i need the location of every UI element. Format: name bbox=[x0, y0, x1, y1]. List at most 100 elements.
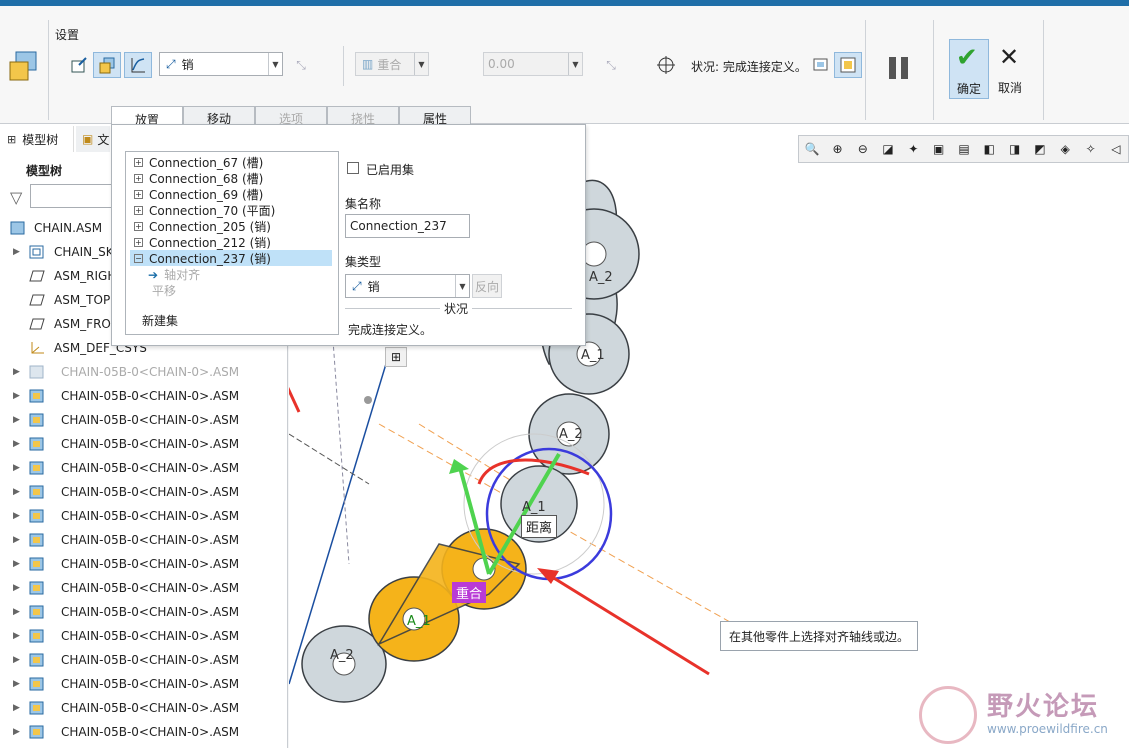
tree-item-label: CHAIN-05B-0<CHAIN-0>.ASM bbox=[61, 509, 240, 523]
datum-display-icon[interactable]: ◈ bbox=[1053, 138, 1077, 160]
zoom-in-icon[interactable]: ⊕ bbox=[825, 138, 849, 160]
expand-arrow-icon[interactable]: ▶ bbox=[13, 607, 20, 617]
connection-item[interactable]: + Connection_67 (槽) bbox=[134, 154, 263, 170]
more-views-icon[interactable]: ◁ bbox=[1104, 138, 1128, 160]
tree-item[interactable]: ▶ CHAIN-05B-0<CHAIN-0>.ASM bbox=[0, 576, 288, 600]
tree-item-label: CHAIN-05B-0<CHAIN-0>.ASM bbox=[61, 533, 240, 547]
cancel-button[interactable]: ✕ 取消 bbox=[991, 39, 1031, 99]
pause-button[interactable] bbox=[886, 54, 914, 84]
connection-type-value: 销 bbox=[181, 57, 194, 72]
sub-icon bbox=[29, 509, 45, 523]
flip-button[interactable]: 反向 bbox=[472, 274, 502, 298]
new-set-item[interactable]: 新建集 bbox=[142, 312, 178, 329]
flip-label: 反向 bbox=[474, 279, 499, 294]
ok-label: 确定 bbox=[956, 82, 981, 96]
add-button[interactable]: ⊞ bbox=[385, 347, 407, 367]
expand-arrow-icon[interactable]: ▶ bbox=[13, 559, 20, 569]
expand-icon[interactable]: + bbox=[134, 221, 143, 231]
tree-item[interactable]: ▶ CHAIN-05B-0<CHAIN-0>.ASM bbox=[0, 528, 288, 552]
separate-window-icon[interactable] bbox=[834, 52, 862, 78]
connection-item[interactable]: + Connection_212 (销) bbox=[134, 234, 271, 250]
expand-icon[interactable]: + bbox=[134, 173, 143, 183]
hint-text: 在其他零件上选择对齐轴线或边。 bbox=[729, 629, 910, 644]
axis-label: A_1 bbox=[581, 348, 605, 363]
tree-item[interactable]: ▶ CHAIN-05B-0<CHAIN-0>.ASM bbox=[0, 720, 288, 744]
refit-icon[interactable]: 🔍 bbox=[800, 138, 824, 160]
tree-item[interactable]: ▶ CHAIN-05B-0<CHAIN-0>.ASM bbox=[0, 480, 288, 504]
connection-item[interactable]: + Connection_205 (销) bbox=[134, 218, 271, 234]
tab-model-tree[interactable]: ⊞ 模型树 bbox=[0, 126, 74, 152]
tree-search-input[interactable] bbox=[30, 184, 120, 208]
mechanism-mode-icon[interactable] bbox=[124, 52, 152, 78]
tree-item[interactable]: ▶ CHAIN-05B-0<CHAIN-0>.ASM bbox=[0, 360, 288, 384]
user-defined-icon[interactable] bbox=[65, 52, 93, 78]
flip-offset-icon[interactable]: ⤡ bbox=[597, 52, 625, 78]
tree-item[interactable]: ▶ CHAIN-05B-0<CHAIN-0>.ASM bbox=[0, 384, 288, 408]
tree-item[interactable]: ▶ CHAIN-05B-0<CHAIN-0>.ASM bbox=[0, 600, 288, 624]
tree-item[interactable]: ▶ CHAIN-05B-0<CHAIN-0>.ASM bbox=[0, 432, 288, 456]
expand-arrow-icon[interactable]: ▶ bbox=[13, 487, 20, 497]
connection-item[interactable]: + Connection_70 (平面) bbox=[134, 202, 275, 218]
tree-item[interactable]: ▶ CHAIN-05B-0<CHAIN-0>.ASM bbox=[0, 504, 288, 528]
expand-arrow-icon[interactable]: ▶ bbox=[13, 391, 20, 401]
preview-window-icon[interactable] bbox=[807, 52, 835, 78]
component-placement-icon[interactable] bbox=[6, 48, 42, 84]
set-name-input[interactable]: Connection_237 bbox=[345, 214, 470, 238]
expand-icon[interactable]: + bbox=[134, 237, 143, 247]
display-style-icon[interactable]: ▣ bbox=[927, 138, 951, 160]
connection-type-select[interactable]: ⤢ 销 ▼ bbox=[159, 52, 283, 76]
tree-item[interactable]: ▶ CHAIN-05B-0<CHAIN-0>.ASM bbox=[0, 456, 288, 480]
tab-files[interactable]: ▣ 文 bbox=[76, 126, 110, 152]
filter-icon[interactable]: ▽ bbox=[10, 188, 22, 207]
tree-item[interactable]: ▶ CHAIN-05B-0<CHAIN-0>.ASM bbox=[0, 648, 288, 672]
expand-arrow-icon[interactable]: ▶ bbox=[13, 511, 20, 521]
assembly-mode-icon[interactable] bbox=[93, 52, 121, 78]
sub-item-translate[interactable]: 平移 bbox=[152, 282, 176, 299]
zoom-out-icon[interactable]: ⊖ bbox=[851, 138, 875, 160]
expand-arrow-icon[interactable]: ▶ bbox=[13, 655, 20, 665]
move-component-icon[interactable] bbox=[652, 52, 680, 78]
enabled-set-checkbox[interactable] bbox=[347, 162, 359, 174]
tree-item-label: CHAIN-05B-0<CHAIN-0>.ASM bbox=[61, 437, 240, 451]
expand-arrow-icon[interactable]: ▶ bbox=[13, 679, 20, 689]
connection-item[interactable]: − Connection_237 (销) bbox=[130, 250, 332, 266]
perspective-icon[interactable]: ◨ bbox=[1003, 138, 1027, 160]
sub-item-axis-align[interactable]: ➔ 轴对齐 bbox=[148, 266, 200, 283]
spin-center-icon[interactable]: ✦ bbox=[901, 138, 925, 160]
flip-direction-icon[interactable]: ⤡ bbox=[287, 52, 315, 78]
expand-arrow-icon[interactable]: ▶ bbox=[13, 703, 20, 713]
expand-arrow-icon[interactable]: ▶ bbox=[13, 631, 20, 641]
ok-button[interactable]: ✔ 确定 bbox=[949, 39, 989, 99]
coincident-tag[interactable]: 重合 bbox=[452, 582, 487, 603]
tree-item[interactable]: ▶ CHAIN-05B-0<CHAIN-0>.ASM bbox=[0, 552, 288, 576]
expand-arrow-icon[interactable]: ▶ bbox=[13, 583, 20, 593]
expand-arrow-icon[interactable]: ▶ bbox=[13, 415, 20, 425]
repaint-icon[interactable]: ◪ bbox=[876, 138, 900, 160]
saved-views-icon[interactable]: ▤ bbox=[952, 138, 976, 160]
expand-icon[interactable]: + bbox=[134, 205, 143, 215]
view-manager-icon[interactable]: ◧ bbox=[977, 138, 1001, 160]
tab-label: 文 bbox=[97, 132, 110, 147]
expand-arrow-icon[interactable]: ▶ bbox=[13, 439, 20, 449]
connection-item[interactable]: + Connection_68 (槽) bbox=[134, 170, 263, 186]
tree-item[interactable]: ▶ CHAIN-05B-0<CHAIN-0>.ASM bbox=[0, 672, 288, 696]
expand-arrow-icon[interactable]: ▶ bbox=[13, 247, 20, 257]
expand-arrow-icon[interactable]: ▶ bbox=[13, 535, 20, 545]
expand-arrow-icon[interactable]: ▶ bbox=[13, 727, 20, 737]
tree-item[interactable]: ▶ CHAIN-05B-0<CHAIN-0>.ASM bbox=[0, 624, 288, 648]
constraint-select[interactable]: ▥ 重合 ▼ bbox=[355, 52, 429, 76]
distance-tag[interactable]: 距离 bbox=[521, 515, 558, 538]
set-type-select[interactable]: ⤢ 销 ▼ bbox=[345, 274, 470, 298]
connection-item[interactable]: + Connection_69 (槽) bbox=[134, 186, 263, 202]
offset-input[interactable]: 0.00 ▼ bbox=[483, 52, 583, 76]
annotation-icon[interactable]: ✧ bbox=[1078, 138, 1102, 160]
expand-icon[interactable]: + bbox=[134, 189, 143, 199]
section-icon[interactable]: ◩ bbox=[1028, 138, 1052, 160]
collapse-icon[interactable]: − bbox=[134, 253, 143, 263]
expand-icon[interactable]: + bbox=[134, 157, 143, 167]
expand-arrow-icon[interactable]: ▶ bbox=[13, 463, 20, 473]
tree-item[interactable]: ▶ CHAIN-05B-0<CHAIN-0>.ASM bbox=[0, 408, 288, 432]
tree-item[interactable]: ▶ CHAIN-05B-0<CHAIN-0>.ASM bbox=[0, 696, 288, 720]
chevron-down-icon: ▼ bbox=[568, 53, 582, 75]
expand-arrow-icon[interactable]: ▶ bbox=[13, 367, 20, 377]
